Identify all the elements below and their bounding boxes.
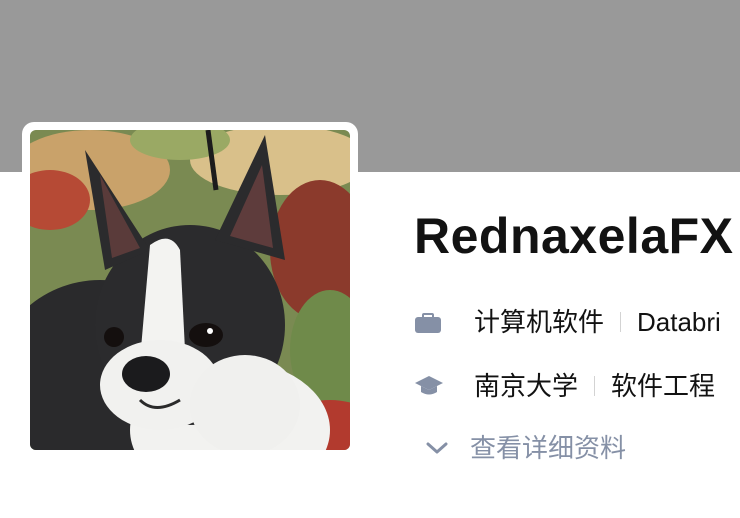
education-info-row: 南京大学 软件工程: [414, 366, 740, 406]
view-details-button[interactable]: 查看详细资料: [414, 428, 626, 468]
work-info-row: 计算机软件 Databri: [414, 302, 740, 342]
work-industry: 计算机软件: [474, 307, 605, 337]
chevron-down-icon: [426, 438, 460, 458]
profile-name: RednaxelaFX: [414, 208, 734, 264]
briefcase-icon: [414, 308, 450, 336]
education-school: 南京大学: [474, 371, 579, 401]
education-major: 软件工程: [611, 371, 716, 401]
view-details-label: 查看详细资料: [470, 433, 627, 463]
divider: [594, 376, 596, 396]
avatar-frame: [22, 122, 358, 458]
work-company: Databri: [637, 307, 721, 337]
avatar[interactable]: [30, 130, 350, 450]
divider: [620, 312, 622, 332]
avatar-image: [30, 130, 350, 450]
graduation-cap-icon: [414, 372, 450, 400]
